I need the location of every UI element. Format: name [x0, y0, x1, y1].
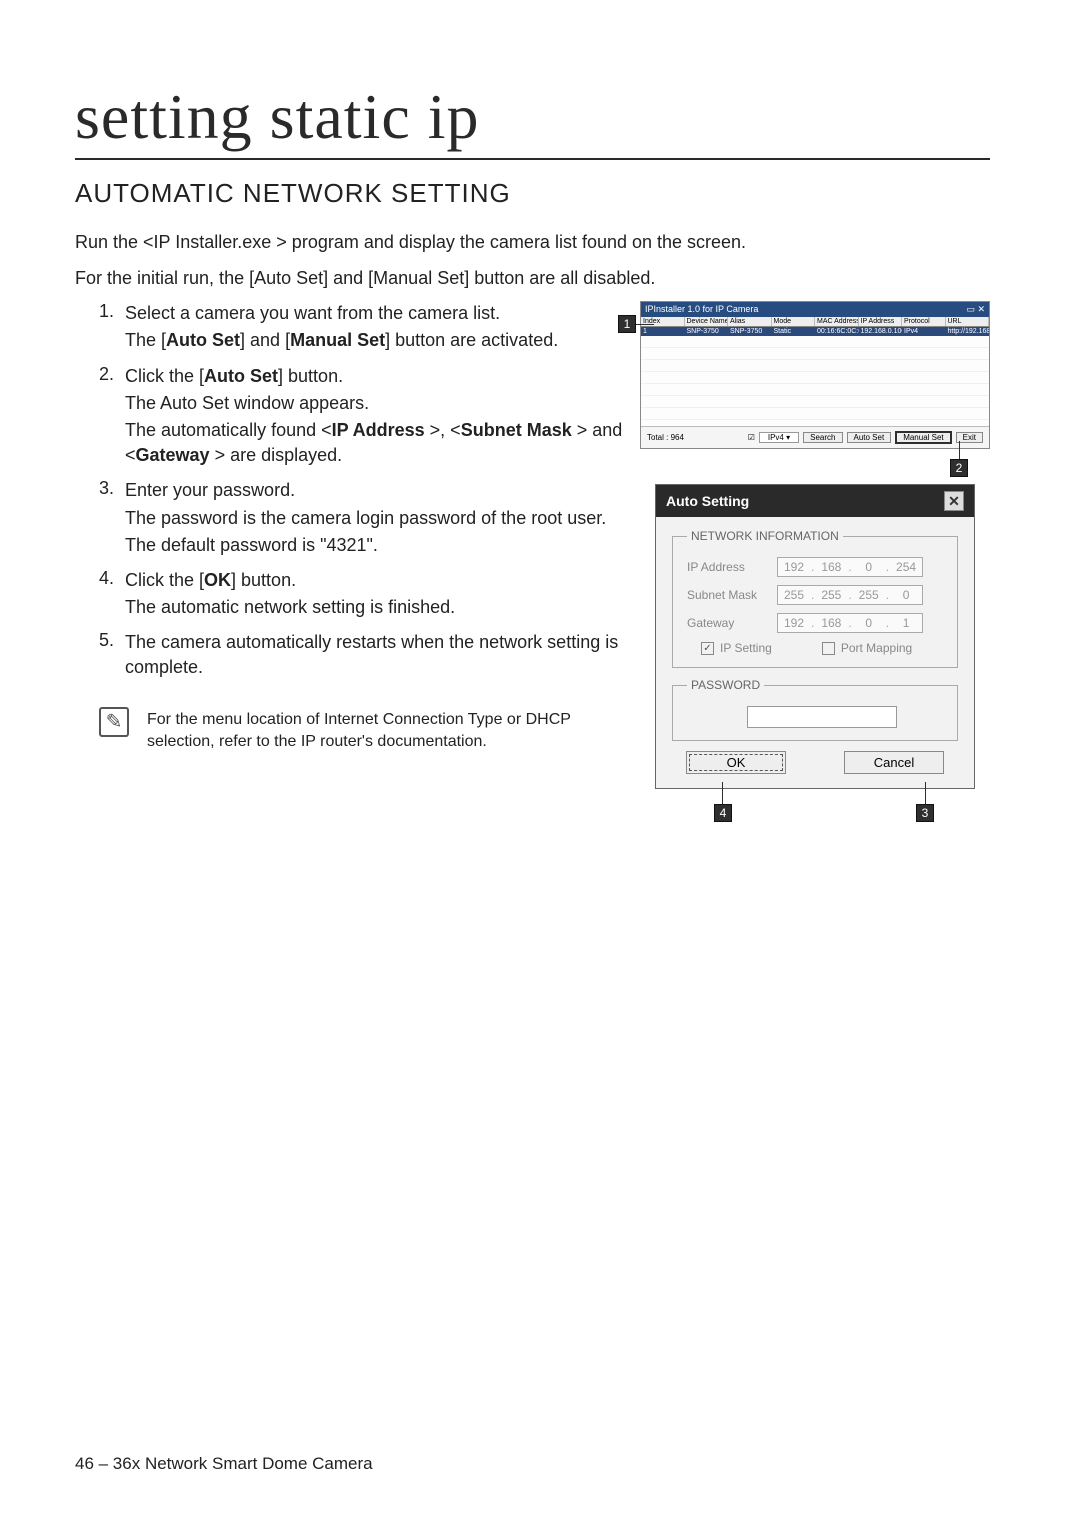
installer-total: Total : 964 — [647, 433, 684, 442]
port-mapping-checkbox[interactable] — [822, 642, 835, 655]
section-heading: AUTOMATIC NETWORK SETTING — [75, 178, 990, 209]
intro-line-2: For the initial run, the [Auto Set] and … — [75, 265, 990, 291]
step-2-head: Click the [Auto Set] button. — [125, 366, 343, 386]
label-ip-address: IP Address — [687, 560, 777, 574]
step-3-head: Enter your password. — [125, 480, 295, 500]
page-footer: 46 – 36x Network Smart Dome Camera — [75, 1454, 373, 1474]
step-number: 3. — [99, 478, 125, 558]
step-2-sub1: The Auto Set window appears. — [125, 391, 630, 416]
callout-line — [636, 324, 654, 325]
step-4-sub: The automatic network setting is finishe… — [125, 595, 630, 620]
group-password: PASSWORD — [687, 678, 764, 692]
subnet-mask-field[interactable]: 255. 255. 255. 0 — [777, 585, 923, 605]
step-1-head: Select a camera you want from the camera… — [125, 303, 500, 323]
callout-line — [722, 782, 723, 804]
installer-title: IPInstaller 1.0 for IP Camera — [645, 304, 758, 315]
search-button[interactable]: Search — [803, 432, 842, 443]
window-controls-icon: ▭ ✕ — [966, 304, 985, 315]
step-4-head: Click the [OK] button. — [125, 570, 296, 590]
callout-4: 4 — [714, 804, 732, 822]
ok-button[interactable]: OK — [686, 751, 786, 774]
step-3-sub1: The password is the camera login passwor… — [125, 506, 630, 531]
step-number: 5. — [99, 630, 125, 680]
step-number: 2. — [99, 364, 125, 469]
callout-1: 1 — [618, 315, 636, 333]
note-icon: ✎ — [99, 707, 129, 737]
step-number: 4. — [99, 568, 125, 620]
auto-set-button[interactable]: Auto Set — [847, 432, 892, 443]
figure-ip-installer: 1 IPInstaller 1.0 for IP Camera ▭ ✕ Inde… — [640, 301, 990, 449]
dialog-title: Auto Setting — [666, 493, 749, 509]
callout-line — [925, 782, 926, 804]
intro-line-1: Run the <IP Installer.exe > program and … — [75, 229, 990, 255]
callout-line — [959, 441, 960, 459]
label-gateway: Gateway — [687, 616, 777, 630]
step-1-sub: The [Auto Set] and [Manual Set] button a… — [125, 328, 630, 353]
step-3-sub2: The default password is "4321". — [125, 533, 630, 558]
ip-setting-checkbox[interactable]: ✓ — [701, 642, 714, 655]
page-title: setting static ip — [75, 80, 990, 160]
close-icon[interactable]: ✕ — [944, 491, 964, 511]
gateway-field[interactable]: 192. 168. 0. 1 — [777, 613, 923, 633]
note-text: For the menu location of Internet Connec… — [147, 707, 630, 754]
step-number: 1. — [99, 301, 125, 353]
cancel-button[interactable]: Cancel — [844, 751, 944, 774]
manual-set-button[interactable]: Manual Set — [895, 431, 951, 444]
group-network-info: NETWORK INFORMATION — [687, 529, 843, 543]
ipv-select[interactable]: IPv4 ▾ — [759, 432, 799, 443]
callout-2: 2 — [950, 459, 968, 477]
step-5-head: The camera automatically restarts when t… — [125, 632, 618, 677]
callout-3: 3 — [916, 804, 934, 822]
installer-columns: Index Device Name Alias Mode MAC Address… — [641, 317, 989, 327]
password-input[interactable] — [747, 706, 897, 728]
figure-auto-setting-dialog: Auto Setting ✕ NETWORK INFORMATION IP Ad… — [655, 484, 975, 789]
step-2-sub2: The automatically found <IP Address >, <… — [125, 418, 630, 468]
ip-setting-label: IP Setting — [720, 641, 772, 655]
installer-selected-row[interactable]: 1 SNP-3750 SNP-3750 Static 00:16:6C:0C:6… — [641, 327, 989, 336]
ip-address-field[interactable]: 192. 168. 0. 254 — [777, 557, 923, 577]
label-subnet-mask: Subnet Mask — [687, 588, 777, 602]
port-mapping-label: Port Mapping — [841, 641, 912, 655]
